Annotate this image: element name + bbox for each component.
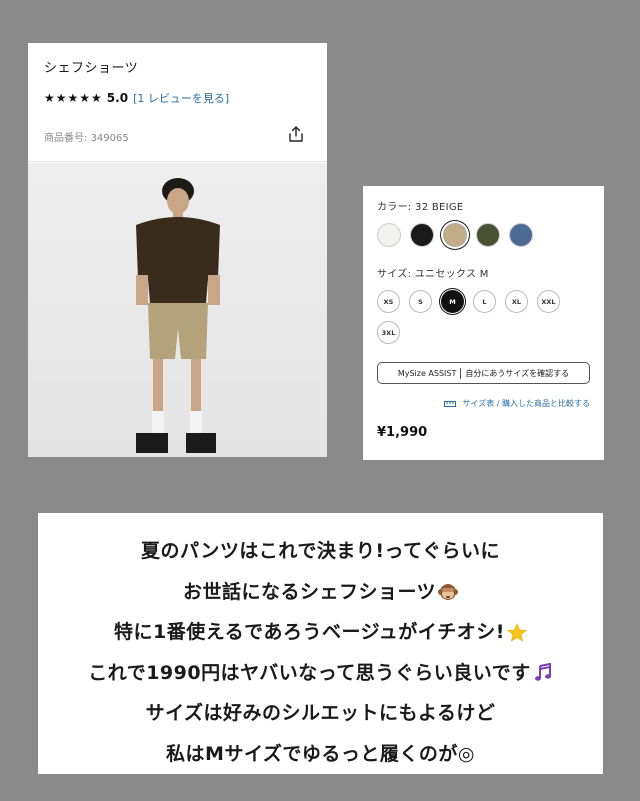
color-swatch-black[interactable]: [410, 223, 434, 247]
size-option-s[interactable]: S: [409, 290, 432, 313]
product-photo: [28, 163, 327, 457]
caption-line-4: これで1990円はヤバいなって思うぐらい良いです: [38, 653, 603, 694]
mysize-divider: [460, 367, 462, 379]
caption-line-2: お世話になるシェフショーツ: [38, 572, 603, 613]
size-option-xl[interactable]: XL: [505, 290, 528, 313]
size-option-l[interactable]: L: [473, 290, 496, 313]
color-swatches: [377, 223, 590, 247]
product-header: シェフショーツ ★★★★★ 5.0 [1 レビューを見る] 商品番号: 3490…: [28, 43, 327, 162]
mysize-assist-label: MySize ASSIST: [397, 368, 457, 378]
size-option-3xl[interactable]: 3XL: [377, 321, 400, 344]
music-notes-icon: [534, 663, 551, 681]
product-card: シェフショーツ ★★★★★ 5.0 [1 レビューを見る] 商品番号: 3490…: [28, 43, 327, 457]
star-emoji-icon: [507, 622, 527, 642]
product-title: シェフショーツ: [44, 61, 139, 76]
size-option-xs[interactable]: XS: [377, 290, 400, 313]
caption-line-6: 私はMサイズでゆるっと履くのが◎: [38, 734, 603, 775]
size-options: XS S M L XL XXL 3XL: [377, 290, 591, 344]
size-chart-row: サイズ表 / 購入した商品と比較する: [377, 398, 590, 409]
caption-text-3: 特に1番使えるであろうベージュがイチオシ!: [114, 621, 505, 643]
share-icon[interactable]: [287, 125, 305, 143]
model-illustration: [28, 163, 327, 457]
size-option-m[interactable]: M: [441, 290, 464, 313]
caption-text-4: これで1990円はヤバいなって思うぐらい良いです: [88, 661, 531, 684]
color-label: カラー: 32 BEIGE: [377, 202, 464, 213]
product-number-value: 349065: [90, 133, 129, 144]
caption-line-1: 夏のパンツはこれで決まり!ってぐらいに: [38, 531, 603, 572]
caption-text-6: 私はMサイズでゆるっと履くのが◎: [166, 742, 475, 765]
ruler-icon: [444, 400, 457, 407]
mysize-assist-button[interactable]: MySize ASSIST 自分にあうサイズを確認する: [377, 362, 590, 384]
options-card: カラー: 32 BEIGE サイズ: ユニセックス M XS S M L XL XXL 3X…: [363, 186, 604, 460]
caption-text-5: サイズは好みのシルエットにもよるけど: [145, 702, 496, 724]
color-swatch-beige[interactable]: [443, 223, 467, 247]
size-option-xxl[interactable]: XXL: [537, 290, 560, 313]
size-chart-link[interactable]: サイズ表 / 購入した商品と比較する: [462, 398, 590, 409]
rating-score: 5.0: [106, 91, 129, 105]
caption-text-2: お世話になるシェフショーツ: [182, 580, 437, 603]
color-swatch-white[interactable]: [377, 223, 401, 247]
see-no-evil-monkey-icon: [438, 584, 459, 600]
mysize-assist-text: 自分にあうサイズを確認する: [465, 368, 570, 378]
price: ¥1,990: [377, 425, 428, 440]
caption-text-1: 夏のパンツはこれで決まり!ってぐらいに: [140, 540, 501, 562]
product-number: 商品番号: 349065: [44, 129, 129, 144]
rating-row: ★★★★★ 5.0 [1 レビューを見る]: [44, 90, 311, 106]
caption-line-5: サイズは好みのシルエットにもよるけど: [38, 693, 603, 734]
caption-line-3: 特に1番使えるであろうベージュがイチオシ!: [38, 612, 603, 653]
color-swatch-olive[interactable]: [476, 223, 500, 247]
size-label: サイズ: ユニセックス M: [377, 269, 489, 280]
color-swatch-blue[interactable]: [509, 223, 533, 247]
caption-box: 夏のパンツはこれで決まり!ってぐらいに お世話になるシェフショーツ 特に1番使え…: [38, 513, 603, 774]
product-number-label: 商品番号:: [44, 133, 88, 144]
rating-stars: ★★★★★: [44, 91, 103, 105]
review-link[interactable]: [1 レビューを見る]: [133, 90, 229, 106]
